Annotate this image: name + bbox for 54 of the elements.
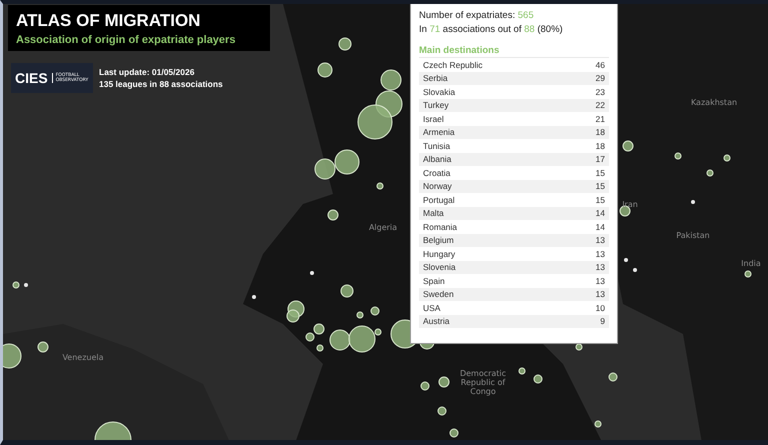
map-label: Kazakhstan bbox=[690, 99, 738, 108]
country-cell: Portugal bbox=[423, 194, 455, 205]
country-cell: Serbia bbox=[423, 73, 448, 84]
country-cell: Croatia bbox=[423, 168, 450, 178]
country-cell: Hungary bbox=[423, 248, 456, 259]
count-cell: 21 bbox=[596, 114, 605, 124]
country-cell: Malta bbox=[423, 208, 444, 218]
count-cell: 13 bbox=[596, 262, 605, 272]
country-cell: Czech Republic bbox=[423, 60, 483, 70]
count-cell: 15 bbox=[596, 168, 605, 178]
country-cell: Sweden bbox=[423, 289, 454, 300]
count-cell: 18 bbox=[596, 140, 605, 151]
page-title: ATLAS OF MIGRATION bbox=[16, 11, 202, 31]
count-cell: 23 bbox=[596, 86, 605, 97]
map-label: India bbox=[740, 260, 762, 269]
count-cell: 13 bbox=[596, 248, 605, 259]
country-cell: Tunisia bbox=[423, 140, 450, 151]
count-cell: 9 bbox=[600, 316, 605, 326]
count-cell: 18 bbox=[596, 127, 605, 138]
count-cell: 15 bbox=[596, 194, 605, 205]
country-cell: Israel bbox=[423, 114, 444, 124]
expatriates-count-text: Number of expatriates: 565 bbox=[419, 9, 535, 23]
leagues-count-text: 135 leagues in 88 associations bbox=[99, 79, 223, 89]
count-cell: 13 bbox=[596, 289, 605, 300]
count-cell: 13 bbox=[596, 235, 605, 246]
country-cell: USA bbox=[423, 302, 440, 313]
map-label: Venezuela bbox=[61, 354, 105, 363]
count-cell: 22 bbox=[596, 100, 605, 110]
count-cell: 46 bbox=[596, 60, 605, 70]
map-label: Democratic Republic of Congo bbox=[458, 370, 508, 396]
country-cell: Albania bbox=[423, 154, 452, 164]
count-cell: 14 bbox=[596, 208, 605, 218]
logo-mark: CIES bbox=[15, 70, 48, 86]
map-label: Algeria bbox=[368, 224, 398, 233]
count-cell: 29 bbox=[596, 73, 605, 84]
country-cell: Turkey bbox=[423, 100, 449, 110]
country-cell: Belgium bbox=[423, 235, 454, 246]
count-cell: 17 bbox=[596, 154, 605, 164]
country-cell: Spain bbox=[423, 276, 445, 286]
page-subtitle: Association of origin of expatriate players bbox=[16, 34, 236, 46]
last-update-text: Last update: 01/05/2026 bbox=[99, 67, 196, 77]
associations-count-text: In 71 associations out of 88 (80%) bbox=[419, 23, 564, 37]
country-cell: Slovenia bbox=[423, 262, 456, 272]
country-cell: Austria bbox=[423, 316, 450, 326]
count-cell: 10 bbox=[596, 302, 605, 313]
country-cell: Romania bbox=[423, 222, 458, 232]
map-label: Iran bbox=[621, 201, 639, 210]
count-cell: 14 bbox=[596, 222, 605, 232]
country-cell: Slovakia bbox=[423, 86, 456, 97]
country-cell: Armenia bbox=[423, 127, 455, 138]
count-cell: 13 bbox=[596, 276, 605, 286]
map-label: Pakistan bbox=[675, 232, 711, 241]
count-cell: 15 bbox=[596, 181, 605, 192]
country-cell: Norway bbox=[423, 181, 452, 192]
